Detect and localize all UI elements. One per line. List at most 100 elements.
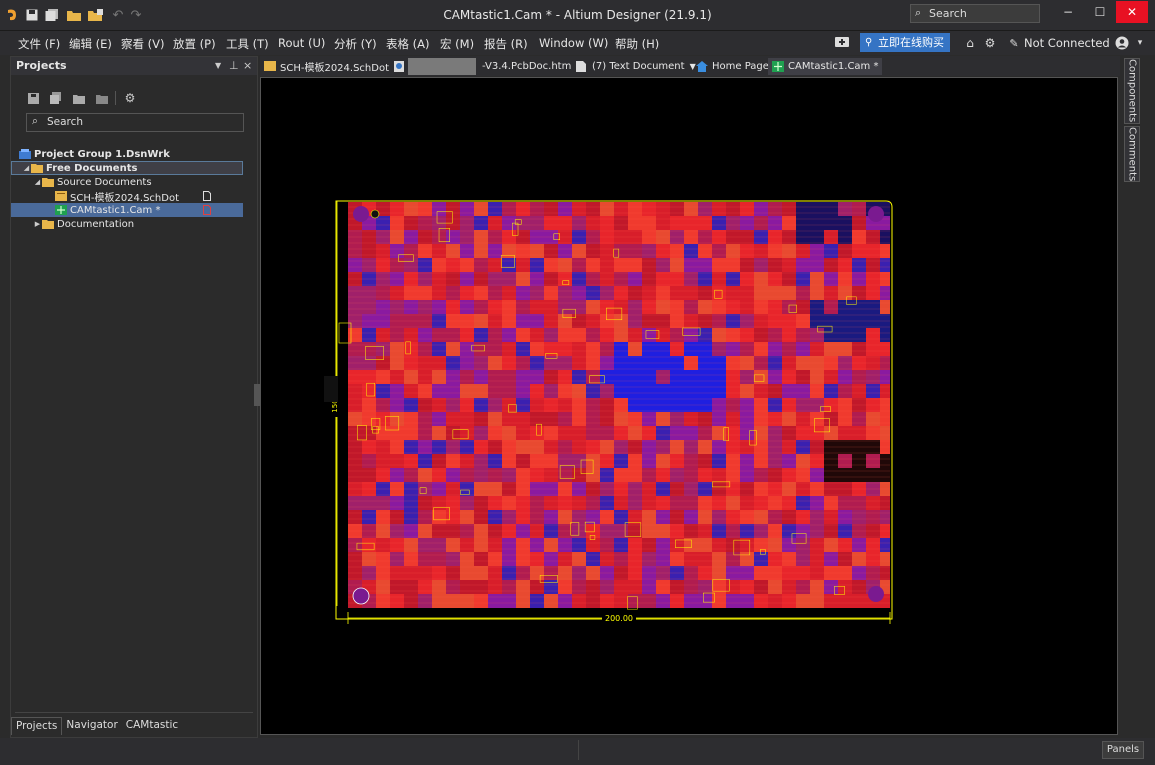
schematic-doc-icon — [264, 61, 276, 71]
chevron-down-icon[interactable]: ▾ — [1132, 35, 1148, 51]
minimize-button[interactable]: − — [1052, 1, 1084, 23]
save-all-icon[interactable] — [44, 6, 60, 24]
user-icon[interactable] — [1114, 35, 1130, 51]
mounting-hole — [868, 206, 884, 222]
tab-camtastic[interactable]: CAMtastic — [122, 717, 182, 735]
menu-edit[interactable]: 编辑 (E) — [69, 36, 112, 52]
text-doc-icon — [576, 61, 586, 72]
close-button[interactable]: ✕ — [1116, 1, 1148, 23]
doc-tab-label: (7) Text Document — [592, 61, 685, 72]
schematic-doc-icon — [55, 191, 67, 201]
document-tabs: SCH-模板2024.SchDot -V3.4.PcbDoc.htm (7) T… — [260, 56, 1120, 76]
tree-item-schdot[interactable]: SCH-模板2024.SchDot — [11, 189, 257, 204]
menu-help[interactable]: 帮助 (H) — [615, 36, 659, 52]
menu-rout[interactable]: Rout (U) — [278, 36, 325, 50]
save-project-icon[interactable] — [26, 91, 40, 105]
menu-view[interactable]: 察看 (V) — [121, 36, 165, 52]
doc-tab-schdot[interactable]: SCH-模板2024.SchDot — [260, 58, 393, 75]
menu-tables[interactable]: 表格 (A) — [386, 36, 430, 52]
project-options-gear-icon[interactable]: ⚙ — [123, 91, 137, 105]
tab-navigator[interactable]: Navigator — [62, 717, 121, 735]
buy-online-button[interactable]: ⚲ 立即在线购买 — [860, 33, 950, 52]
doc-tab-label: SCH-模板2024.SchDot — [280, 63, 390, 74]
remove-icon[interactable] — [95, 91, 109, 105]
projects-panel-title: Projects — [16, 59, 67, 72]
pin-icon[interactable]: ⊥ — [229, 59, 239, 72]
panel-tab-components[interactable]: Components — [1124, 58, 1140, 124]
cam-doc-icon — [55, 205, 67, 215]
tree-item-camtastic[interactable]: CAMtastic1.Cam * — [11, 203, 243, 217]
open-project-icon[interactable] — [88, 6, 104, 24]
expand-arrow-icon[interactable]: ◢ — [22, 164, 31, 172]
menu-tools[interactable]: 工具 (T) — [226, 36, 269, 52]
panel-tab-comments-label: Comments — [1126, 126, 1138, 182]
menu-window[interactable]: Window (W) — [539, 36, 608, 50]
doc-tab-camtastic[interactable]: CAMtastic1.Cam * — [768, 58, 883, 75]
notification-icon[interactable] — [834, 35, 850, 51]
splitter-handle[interactable] — [254, 384, 260, 406]
collapsed-arrow-icon[interactable]: ▶ — [33, 220, 42, 228]
maximize-button[interactable]: ☐ — [1084, 1, 1116, 23]
cart-icon: ⚲ — [865, 37, 873, 48]
doc-tab-label: Home Page — [712, 61, 769, 72]
redo-icon[interactable]: ↷ — [128, 6, 144, 24]
redacted-block — [408, 58, 476, 75]
disconnected-icon: ✎ — [1009, 36, 1019, 50]
doc-tab-html[interactable]: -V3.4.PcbDoc.htm — [390, 58, 575, 75]
cam-canvas[interactable]: 200.00 150 — [260, 77, 1118, 735]
tree-item-free-documents[interactable]: ◢ Free Documents — [11, 161, 243, 175]
folder-icon — [42, 220, 54, 229]
open-folder-icon[interactable] — [66, 6, 82, 24]
home-icon[interactable]: ⌂ — [962, 35, 978, 51]
panel-tab-components-label: Components — [1126, 59, 1138, 123]
projects-search-input[interactable]: ⌕ Search — [26, 113, 244, 132]
edge-connector — [324, 376, 338, 402]
search-icon: ⌕ — [32, 115, 38, 127]
undo-icon[interactable]: ↶ — [110, 6, 126, 24]
document-icon — [203, 191, 211, 201]
gear-icon[interactable]: ⚙ — [982, 35, 998, 51]
projects-bottom-tabs: Projects Navigator CAMtastic — [11, 717, 182, 735]
tab-projects[interactable]: Projects — [11, 717, 63, 735]
fiducial — [370, 209, 380, 219]
menu-file[interactable]: 文件 (F) — [18, 36, 60, 52]
mounting-hole — [352, 587, 370, 605]
panel-tab-comments[interactable]: Comments — [1124, 126, 1140, 182]
expand-arrow-icon[interactable]: ◢ — [33, 178, 42, 186]
doc-tab-text[interactable]: (7) Text Document ▼ — [572, 58, 700, 75]
folder-icon — [31, 164, 43, 173]
search-placeholder: Search — [929, 7, 967, 20]
mounting-hole — [868, 586, 884, 602]
folder-icon — [42, 178, 54, 187]
connection-status[interactable]: Not Connected — [1024, 36, 1110, 50]
close-panel-icon[interactable]: × — [243, 59, 252, 72]
doc-tab-label: -V3.4.PcbDoc.htm — [482, 61, 572, 72]
tree-label-camtastic: CAMtastic1.Cam * — [70, 204, 161, 216]
tree-label-free-documents: Free Documents — [46, 162, 138, 174]
tree-label-schdot: SCH-模板2024.SchDot — [70, 192, 180, 204]
tree-item-documentation[interactable]: ▶ Documentation — [11, 217, 257, 231]
menu-macro[interactable]: 宏 (M) — [440, 36, 474, 52]
global-search-input[interactable]: ⌕ Search — [910, 4, 1040, 23]
status-divider — [578, 740, 579, 760]
modified-document-icon — [203, 205, 211, 215]
altium-logo-icon — [4, 6, 20, 24]
menu-place[interactable]: 放置 (P) — [173, 36, 216, 52]
menu-bar: 文件 (F) 编辑 (E) 察看 (V) 放置 (P) 工具 (T) Rout … — [0, 31, 1155, 55]
menu-reports[interactable]: 报告 (R) — [484, 36, 528, 52]
panels-button[interactable]: Panels — [1102, 741, 1144, 759]
doc-tab-label: CAMtastic1.Cam * — [788, 61, 879, 72]
panel-menu-icon[interactable]: ▼ — [215, 61, 221, 70]
tree-label-source-documents: Source Documents — [57, 176, 152, 188]
menu-analysis[interactable]: 分析 (Y) — [334, 36, 377, 52]
tree-item-project-group[interactable]: Project Group 1.DsnWrk — [11, 147, 257, 161]
compile-icon[interactable] — [49, 91, 63, 105]
home-icon — [696, 61, 708, 72]
save-icon[interactable] — [24, 6, 40, 24]
tree-label-project-group: Project Group 1.DsnWrk — [34, 148, 170, 160]
tree-item-source-documents[interactable]: ◢ Source Documents — [11, 175, 257, 189]
doc-tab-home[interactable]: Home Page — [692, 58, 773, 75]
trace-overlay — [348, 198, 890, 608]
html-doc-icon — [394, 61, 404, 72]
add-existing-icon[interactable] — [72, 91, 86, 105]
